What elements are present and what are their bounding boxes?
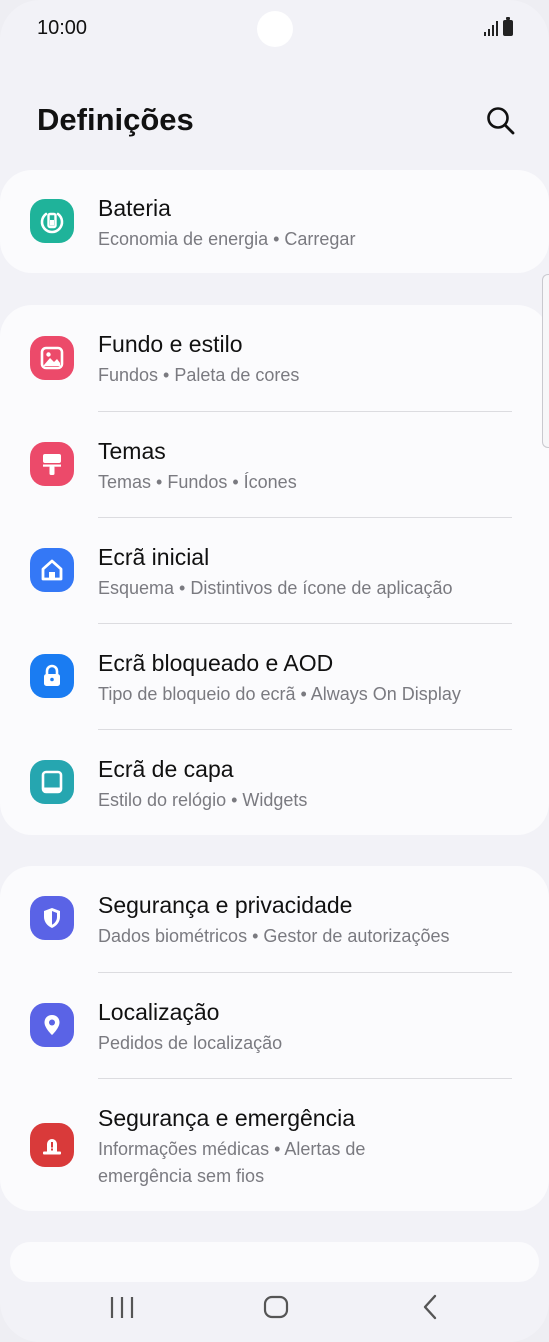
setting-home-screen[interactable]: Ecrã inicial Esquema • Distintivos de íc… <box>0 518 549 624</box>
setting-title: Ecrã inicial <box>98 544 210 570</box>
shield-icon <box>30 896 74 940</box>
settings-group-4-partial[interactable] <box>10 1242 539 1282</box>
setting-title: Bateria <box>98 195 171 221</box>
setting-title: Temas <box>98 438 166 464</box>
setting-location[interactable]: Localização Pedidos de localização <box>0 973 549 1079</box>
setting-subtitle: Temas • Fundos • Ícones <box>98 472 297 492</box>
setting-subtitle: Esquema • Distintivos de ícone de aplica… <box>98 578 453 598</box>
battery-status-icon <box>503 17 513 36</box>
setting-subtitle: Estilo do relógio • Widgets <box>98 790 308 810</box>
status-icons <box>484 17 513 36</box>
cover-screen-icon <box>30 760 74 804</box>
paintbrush-icon <box>30 442 74 486</box>
recents-button[interactable] <box>87 1282 157 1332</box>
home-button[interactable] <box>241 1282 311 1332</box>
setting-subtitle: Pedidos de localização <box>98 1033 283 1053</box>
setting-subtitle: Economia de energia • Carregar <box>98 229 356 249</box>
settings-group-3: Segurança e privacidade Dados biométrico… <box>0 866 549 1211</box>
setting-battery[interactable]: Bateria Economia de energia • Carregar <box>0 170 549 273</box>
navigation-bar <box>0 1282 549 1342</box>
search-button[interactable] <box>484 104 518 138</box>
setting-lock-screen[interactable]: Ecrã bloqueado e AOD Tipo de bloqueio do… <box>0 624 549 730</box>
settings-group-2: Fundo e estilo Fundos • Paleta de cores … <box>0 305 549 835</box>
back-button[interactable] <box>396 1282 466 1332</box>
wallpaper-icon <box>30 336 74 380</box>
setting-title: Localização <box>98 999 220 1025</box>
emergency-icon <box>30 1123 74 1167</box>
lock-icon <box>30 654 74 698</box>
status-time: 10:00 <box>37 17 88 39</box>
settings-group-1: Bateria Economia de energia • Carregar <box>0 170 549 273</box>
search-icon <box>487 107 515 135</box>
setting-security-privacy[interactable]: Segurança e privacidade Dados biométrico… <box>0 866 549 972</box>
setting-wallpaper-style[interactable]: Fundo e estilo Fundos • Paleta de cores <box>0 305 549 411</box>
location-pin-icon <box>30 1003 74 1047</box>
setting-title: Segurança e emergência <box>98 1105 355 1131</box>
setting-subtitle: Dados biométricos • Gestor de autorizaçõ… <box>98 926 450 946</box>
home-icon <box>30 548 74 592</box>
setting-themes[interactable]: Temas Temas • Fundos • Ícones <box>0 412 549 518</box>
setting-subtitle: Fundos • Paleta de cores <box>98 365 300 385</box>
scrollbar[interactable] <box>542 274 549 448</box>
setting-title: Fundo e estilo <box>98 331 243 357</box>
camera-cutout <box>257 11 293 47</box>
status-bar: 10:00 <box>0 0 549 60</box>
setting-safety-emergency[interactable]: Segurança e emergência Informações médic… <box>0 1079 549 1211</box>
battery-icon <box>30 199 74 243</box>
home-nav-icon <box>263 1295 289 1319</box>
setting-title: Ecrã bloqueado e AOD <box>98 650 334 676</box>
back-icon <box>423 1294 437 1320</box>
recents-icon <box>110 1297 134 1318</box>
setting-cover-screen[interactable]: Ecrã de capa Estilo do relógio • Widgets <box>0 730 549 835</box>
setting-subtitle: Tipo de bloqueio do ecrã • Always On Dis… <box>98 684 461 704</box>
signal-icon <box>484 20 498 36</box>
page-title: Definições <box>37 102 194 137</box>
setting-title: Segurança e privacidade <box>98 892 353 918</box>
setting-title: Ecrã de capa <box>98 756 234 782</box>
setting-subtitle: Informações médicas • Alertas de emergên… <box>98 1139 366 1186</box>
settings-screen: 10:00 Definições Bateria Economia de ene… <box>0 0 549 1342</box>
